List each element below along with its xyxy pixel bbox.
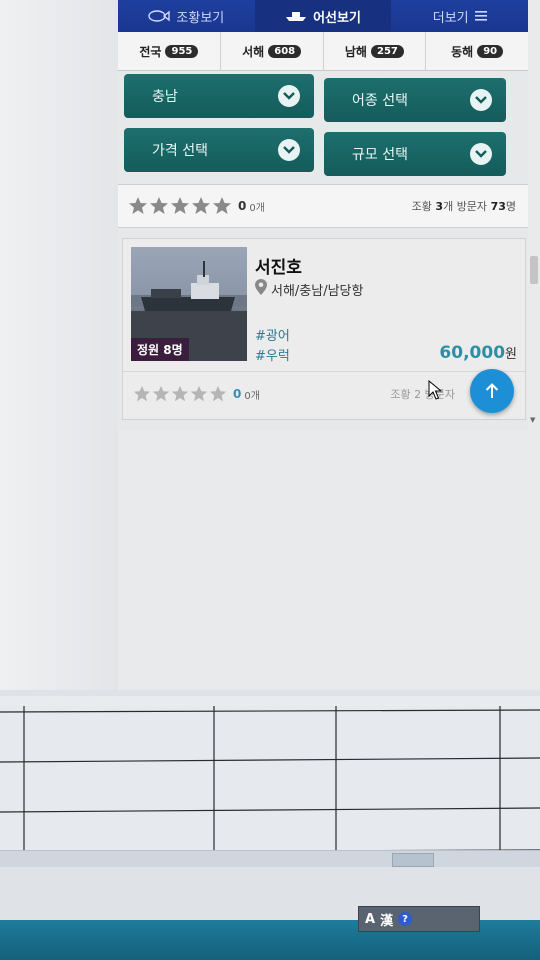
location: 서해/충남/남당항 — [255, 279, 363, 299]
scroll-down-arrow-icon[interactable]: ▼ — [530, 416, 538, 424]
mouse-cursor-icon — [428, 380, 442, 400]
star-icon — [171, 197, 189, 214]
boat-listing-card[interactable]: 정원 8명 서진호 서해/충남/남당항 #광어 #우럭 60,000원 0 0개… — [122, 238, 526, 420]
capacity-label: 정원 8명 — [131, 338, 189, 361]
top-navigation: 조황보기 어선보기 더보기 — [118, 0, 528, 32]
star-rating — [133, 385, 227, 403]
boat-icon — [285, 10, 307, 22]
menu-icon — [474, 11, 487, 21]
star-rating — [128, 196, 232, 216]
star-icon — [150, 197, 168, 214]
help-icon[interactable]: ? — [398, 912, 413, 926]
chevron-down-icon — [470, 143, 492, 165]
count-badge: 257 — [370, 44, 404, 58]
select-label: 가격 선택 — [152, 143, 208, 159]
price: 60,000원 — [439, 343, 517, 363]
card-stats: 조황 2 방문자 — [390, 386, 455, 402]
region-label: 동해 — [451, 44, 474, 59]
scrollbar-thumb[interactable] — [530, 256, 538, 284]
summary-stats: 조황 3개 방문자 73명 — [412, 198, 516, 214]
region-tab-all[interactable]: 전국 955 — [118, 32, 221, 70]
star-icon — [171, 385, 189, 402]
spreadsheet-grid — [0, 706, 540, 856]
boat-name[interactable]: 서진호 — [255, 253, 302, 278]
star-icon — [192, 197, 210, 214]
star-icon — [129, 197, 147, 214]
fish-tag[interactable]: #우럭 — [255, 345, 290, 364]
boat-photo: 정원 8명 — [131, 247, 247, 361]
select-label: 충남 — [152, 89, 178, 105]
rating-summary: 0 0개 조황 3개 방문자 73명 — [118, 184, 528, 228]
background-window-pane — [0, 0, 118, 700]
select-label: 어종 선택 — [352, 93, 408, 109]
visitors-value: 73 — [490, 200, 506, 213]
tab-label: 더보기 — [432, 10, 469, 26]
chevron-down-icon — [278, 139, 300, 161]
visitors-unit: 명 — [505, 200, 516, 213]
region-select[interactable]: 충남 — [124, 74, 314, 118]
count-badge: 90 — [477, 44, 504, 58]
arrow-up-icon — [485, 383, 499, 398]
region-label: 남해 — [344, 44, 367, 59]
count-badge: 955 — [165, 44, 199, 58]
chevron-down-icon — [470, 89, 492, 111]
rating-value: 0 — [233, 387, 242, 401]
ime-toolbar[interactable]: A 漢 ? — [358, 906, 480, 932]
location-text: 서해/충남/남당항 — [271, 283, 364, 299]
price-select[interactable]: 가격 선택 — [124, 128, 314, 172]
review-count: 0개 — [244, 390, 260, 402]
chevron-down-icon — [278, 85, 300, 107]
star-icon — [213, 197, 231, 214]
scrollbar-thumb[interactable] — [392, 853, 434, 867]
filter-panel: 충남 어종 선택 가격 선택 규모 선택 — [118, 70, 528, 182]
catch-unit: 개 — [443, 200, 454, 213]
scroll-top-button[interactable] — [470, 369, 514, 413]
region-tab-east[interactable]: 동해 90 — [426, 32, 528, 70]
star-icon — [190, 385, 208, 402]
catch-value: 2 — [414, 388, 422, 401]
star-icon — [152, 385, 170, 402]
sheet-header-row — [0, 696, 540, 706]
star-icon — [209, 385, 227, 402]
count-badge: 608 — [268, 44, 302, 58]
ime-mode-a[interactable]: A — [365, 912, 375, 927]
catch-label: 조황 — [390, 388, 411, 401]
horizontal-scrollbar[interactable] — [0, 850, 540, 867]
tab-boats[interactable]: 어선보기 — [254, 0, 392, 32]
catch-value: 3 — [435, 200, 444, 213]
price-value: 60,000 — [439, 343, 506, 363]
tab-label: 어선보기 — [313, 10, 361, 26]
region-label: 서해 — [242, 44, 265, 59]
region-tab-west[interactable]: 서해 608 — [221, 32, 324, 70]
tab-label: 조황보기 — [176, 10, 225, 26]
region-label: 전국 — [139, 44, 162, 59]
card-rating-row: 0 0개 조황 2 방문자 — [123, 371, 525, 416]
region-tab-south[interactable]: 남해 257 — [324, 32, 427, 70]
star-icon — [133, 385, 151, 402]
rating-value: 0 — [238, 199, 247, 213]
price-unit: 원 — [505, 347, 517, 362]
fish-type-select[interactable]: 어종 선택 — [324, 78, 506, 122]
size-select[interactable]: 규모 선택 — [324, 132, 506, 176]
tab-catch-report[interactable]: 조황보기 — [118, 0, 255, 32]
fish-tag[interactable]: #광어 — [255, 325, 290, 344]
visitors-label: 방문자 — [456, 200, 488, 213]
select-label: 규모 선택 — [352, 147, 408, 163]
region-tabs: 전국 955 서해 608 남해 257 동해 90 — [118, 32, 528, 71]
ime-mode-han[interactable]: 漢 — [380, 910, 393, 929]
review-count: 0개 — [249, 202, 265, 214]
catch-label: 조황 — [411, 200, 432, 213]
map-pin-icon — [255, 279, 267, 299]
fishing-app: 조황보기 어선보기 더보기 전국 955 서해 608 남해 257 동해 90 충남 … — [118, 0, 528, 430]
tab-more[interactable]: 더보기 — [391, 0, 528, 32]
fish-icon — [148, 10, 171, 22]
